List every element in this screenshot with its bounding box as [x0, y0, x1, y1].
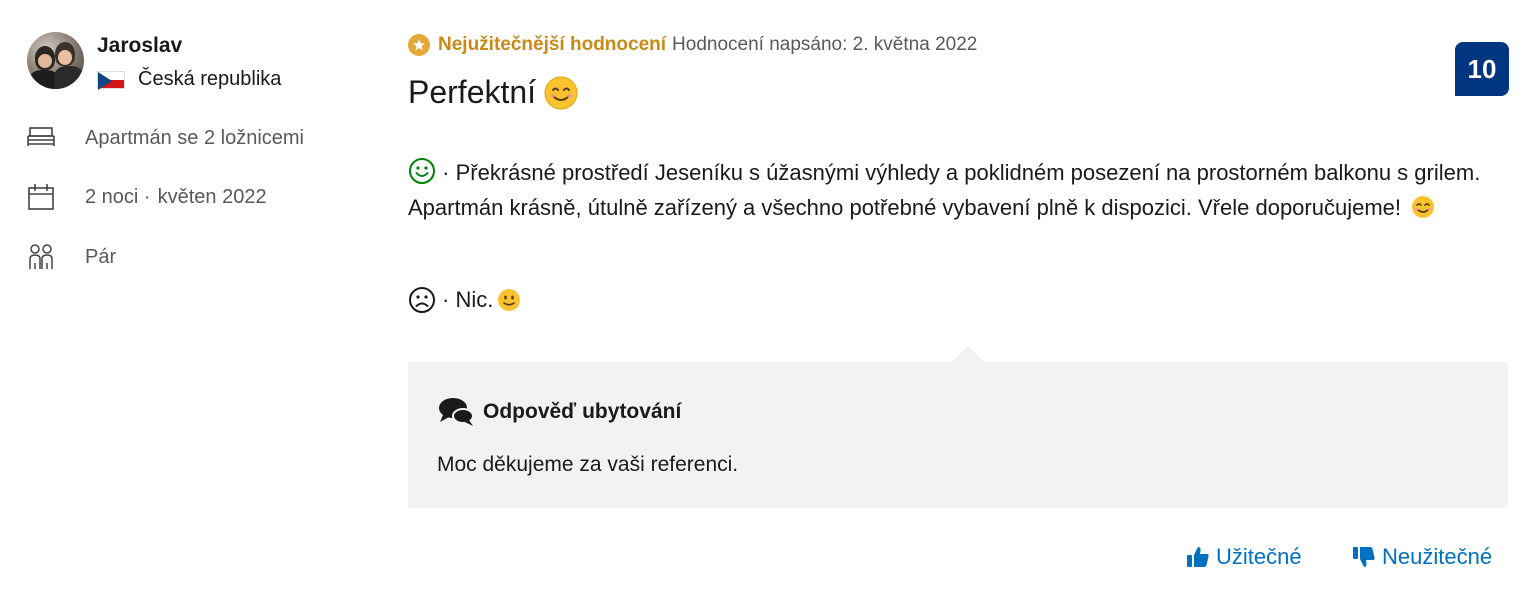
thumbs-up-icon [1187, 547, 1209, 567]
star-badge-icon [408, 34, 430, 56]
reply-title: Odpověď ubytování [483, 400, 682, 423]
people-icon [27, 243, 55, 271]
reviewer-name: Jaroslav [97, 34, 183, 57]
calendar-icon [27, 183, 55, 211]
positive-text: Překrásné prostředí Jeseníku s úžasnými … [408, 160, 1481, 220]
room-type: Apartmán se 2 ložnicemi [27, 124, 304, 152]
stay-duration: 2 noci · květen 2022 [27, 183, 267, 211]
smile-emoji-icon [1412, 196, 1435, 218]
slight-smile-emoji-icon [498, 289, 521, 311]
helpful-button[interactable]: Užitečné [1186, 544, 1302, 570]
review-header: Nejužitečnější hodnocení Hodnocení napsá… [408, 34, 977, 56]
review-title: Perfektní [408, 74, 578, 111]
bed-icon [27, 124, 55, 152]
chat-bubbles-icon [439, 398, 474, 426]
reply-pointer [952, 346, 984, 362]
most-helpful-badge: Nejužitečnější hodnocení [438, 34, 667, 55]
sad-face-icon [409, 287, 435, 313]
negative-text: · Nic. [442, 287, 494, 312]
reply-header: Odpověď ubytování [437, 396, 681, 428]
not-helpful-button[interactable]: Neužitečné [1352, 544, 1492, 570]
month-label: květen 2022 [157, 185, 267, 208]
reviewer-country: Česká republika [97, 68, 281, 91]
positive-prefix: · [442, 160, 450, 185]
cz-flag-icon [97, 70, 125, 90]
helpful-label: Užitečné [1216, 544, 1302, 569]
country-label: Česká republika [138, 68, 282, 90]
positive-review: · Překrásné prostředí Jeseníku s úžasným… [408, 155, 1508, 225]
negative-review: · Nic. [408, 286, 521, 314]
room-label: Apartmán se 2 ložnicemi [85, 126, 304, 149]
review-title-text: Perfektní [408, 74, 537, 110]
nights-label: 2 noci · [85, 185, 151, 208]
not-helpful-label: Neužitečné [1382, 544, 1493, 569]
thumbs-down-icon [1353, 547, 1375, 567]
review-score: 10 [1455, 42, 1509, 96]
avatar [27, 32, 84, 89]
reply-text: Moc děkujeme za vaši referenci. [437, 453, 739, 476]
review-date: Hodnocení napsáno: 2. května 2022 [672, 34, 978, 55]
happy-face-icon [409, 158, 435, 184]
traveler-type: Pár [27, 243, 116, 271]
traveler-label: Pár [85, 245, 117, 268]
property-reply: Odpověď ubytování Moc děkujeme za vaši r… [408, 362, 1508, 508]
smile-emoji-icon [544, 76, 578, 109]
